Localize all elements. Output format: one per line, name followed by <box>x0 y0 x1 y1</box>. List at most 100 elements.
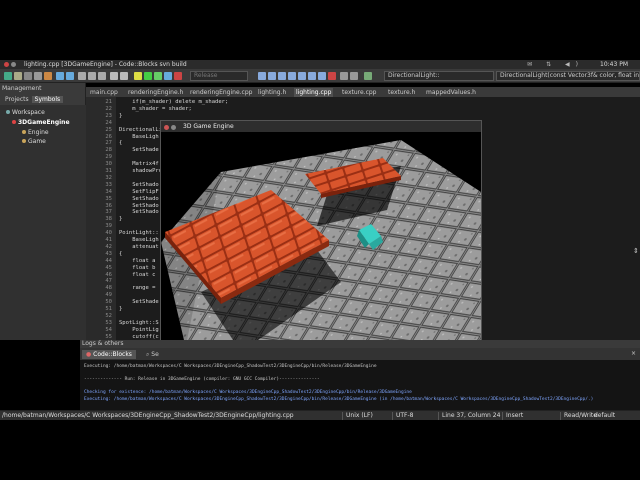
code-line[interactable]: { <box>119 251 122 257</box>
stop-debugger-icon[interactable] <box>328 72 336 80</box>
redo-icon[interactable] <box>66 72 74 80</box>
line-number: 24 <box>105 119 112 126</box>
code-line[interactable]: BaseLigh <box>119 237 159 243</box>
debug-info-icon[interactable] <box>350 72 358 80</box>
code-line[interactable]: SetShado <box>119 209 159 215</box>
next-instruction-icon[interactable] <box>308 72 316 80</box>
debug-windows-icon[interactable] <box>340 72 348 80</box>
code-line[interactable]: SetFlipF <box>119 189 159 195</box>
line-number-gutter[interactable]: 21 22 23 24 25 26 27 28 29 30 31 32 33 34 35 36 37 38 39 40… <box>86 97 116 340</box>
game-window[interactable]: 3D Game Engine <box>160 120 482 370</box>
code-line[interactable]: SetShado <box>119 182 159 188</box>
code-line[interactable]: } <box>119 113 122 119</box>
save-all-icon[interactable] <box>34 72 42 80</box>
copy-icon[interactable] <box>88 72 96 80</box>
tree-item-workspace[interactable]: Workspace <box>6 109 45 116</box>
save-icon[interactable] <box>24 72 32 80</box>
status-insert-mode: Insert <box>502 412 523 420</box>
tab-search-results[interactable]: ⌕ Se <box>142 350 163 359</box>
game-close-icon[interactable] <box>164 125 169 130</box>
code-line[interactable]: cutoff(c <box>119 334 159 340</box>
tab-codeblocks-log[interactable]: ● Code::Blocks <box>82 350 136 359</box>
letterbox-top <box>0 0 640 60</box>
close-logs-icon[interactable]: × <box>631 350 636 357</box>
undo-icon[interactable] <box>56 72 64 80</box>
tab-lighting-cpp[interactable]: lighting.cpp <box>294 88 334 97</box>
window-title: lighting.cpp [3DGameEngine] - Code::Bloc… <box>24 61 187 68</box>
replace-icon[interactable] <box>120 72 128 80</box>
code-line[interactable]: { <box>119 140 122 146</box>
abort-icon[interactable] <box>174 72 182 80</box>
line-number: 32 <box>105 174 112 181</box>
build-icon[interactable] <box>134 72 142 80</box>
game-window-titlebar[interactable]: 3D Game Engine <box>161 121 481 132</box>
tab-texture-h[interactable]: texture.h <box>386 88 417 97</box>
run-icon[interactable] <box>144 72 152 80</box>
paste-icon[interactable] <box>98 72 106 80</box>
code-line[interactable]: PointLight:: <box>119 230 159 236</box>
code-line[interactable]: DirectionalLi <box>119 127 162 133</box>
cut-icon[interactable] <box>78 72 86 80</box>
tab-mappedvalues-h[interactable]: mappedValues.h <box>424 88 478 97</box>
rebuild-icon[interactable] <box>164 72 172 80</box>
code-line[interactable]: } <box>119 216 122 222</box>
next-line-icon[interactable] <box>278 72 286 80</box>
game-minimize-icon[interactable] <box>171 125 176 130</box>
code-line[interactable]: m_shader = shader; <box>119 106 192 112</box>
step-into-icon[interactable] <box>288 72 296 80</box>
print-icon[interactable] <box>44 72 52 80</box>
find-icon[interactable] <box>110 72 118 80</box>
new-file-icon[interactable] <box>4 72 12 80</box>
code-line[interactable]: PointLig <box>119 327 159 333</box>
step-out-icon[interactable] <box>298 72 306 80</box>
tab-renderingengine-h[interactable]: renderingEngine.h <box>126 88 185 97</box>
game-viewport[interactable] <box>161 132 481 370</box>
code-completion-function-select[interactable]: DirectionalLight(const Vector3f& color, … <box>496 71 640 81</box>
code-line[interactable]: BaseLigh <box>119 134 159 140</box>
status-encoding: UTF-8 <box>392 412 414 420</box>
log-line: Executing: /home/batman/Workspaces/C Wor… <box>84 396 594 402</box>
build-and-run-icon[interactable] <box>154 72 162 80</box>
code-line[interactable]: float c <box>119 272 155 278</box>
tree-item-project[interactable]: 3DGameEngine <box>12 119 70 126</box>
tab-texture-cpp[interactable]: texture.cpp <box>340 88 379 97</box>
jump-back-icon[interactable] <box>364 72 372 80</box>
line-number: 37 <box>105 209 112 216</box>
system-tray-icons[interactable]: ✉ ⇅ ◀) <box>527 61 584 68</box>
open-file-icon[interactable] <box>14 72 22 80</box>
tab-symbols[interactable]: Symbols <box>31 96 64 103</box>
line-number: 55 <box>105 333 112 340</box>
build-target-select[interactable]: Release <box>190 71 248 81</box>
code-line[interactable]: } <box>119 306 122 312</box>
code-line[interactable]: SetShado <box>119 203 159 209</box>
line-number: 54 <box>105 326 112 333</box>
code-line[interactable]: float a <box>119 258 155 264</box>
tree-item-engine[interactable]: Engine <box>22 129 49 136</box>
debug-icon[interactable] <box>258 72 266 80</box>
tab-projects[interactable]: Projects <box>2 96 32 103</box>
close-window-icon[interactable] <box>4 62 9 67</box>
code-line[interactable]: attenuat <box>119 244 159 250</box>
build-log[interactable]: Executing: /home/batman/Workspaces/C Wor… <box>80 360 640 410</box>
code-line[interactable]: float b <box>119 265 155 271</box>
step-instruction-icon[interactable] <box>318 72 326 80</box>
code-line[interactable]: SetShade <box>119 147 159 153</box>
tab-lighting-h[interactable]: lighting.h <box>256 88 288 97</box>
code-line[interactable]: SetShade <box>119 299 159 305</box>
tab-renderingengine-cpp[interactable]: renderingEngine.cpp <box>188 88 254 97</box>
code-line[interactable]: if(m_shader) delete m_shader; <box>119 99 228 105</box>
code-line[interactable]: SpotLight::S <box>119 320 159 326</box>
line-number: 43 <box>105 250 112 257</box>
line-number: 46 <box>105 271 112 278</box>
code-line[interactable]: SetShado <box>119 196 159 202</box>
code-line[interactable]: shadowPro <box>119 168 162 174</box>
tab-main-cpp[interactable]: main.cpp <box>88 88 120 97</box>
code-completion-scope-select[interactable]: DirectionalLight:: <box>384 71 494 81</box>
code-line[interactable]: range = <box>119 285 155 291</box>
code-line[interactable]: Matrix4f <box>119 161 159 167</box>
tree-item-game[interactable]: Game <box>22 138 46 145</box>
main-toolbar: Release DirectionalLight:: DirectionalLi… <box>0 69 640 83</box>
log-line: Executing: /home/batman/Workspaces/C Wor… <box>84 364 377 369</box>
minimize-window-icon[interactable] <box>11 62 16 67</box>
run-to-cursor-icon[interactable] <box>268 72 276 80</box>
